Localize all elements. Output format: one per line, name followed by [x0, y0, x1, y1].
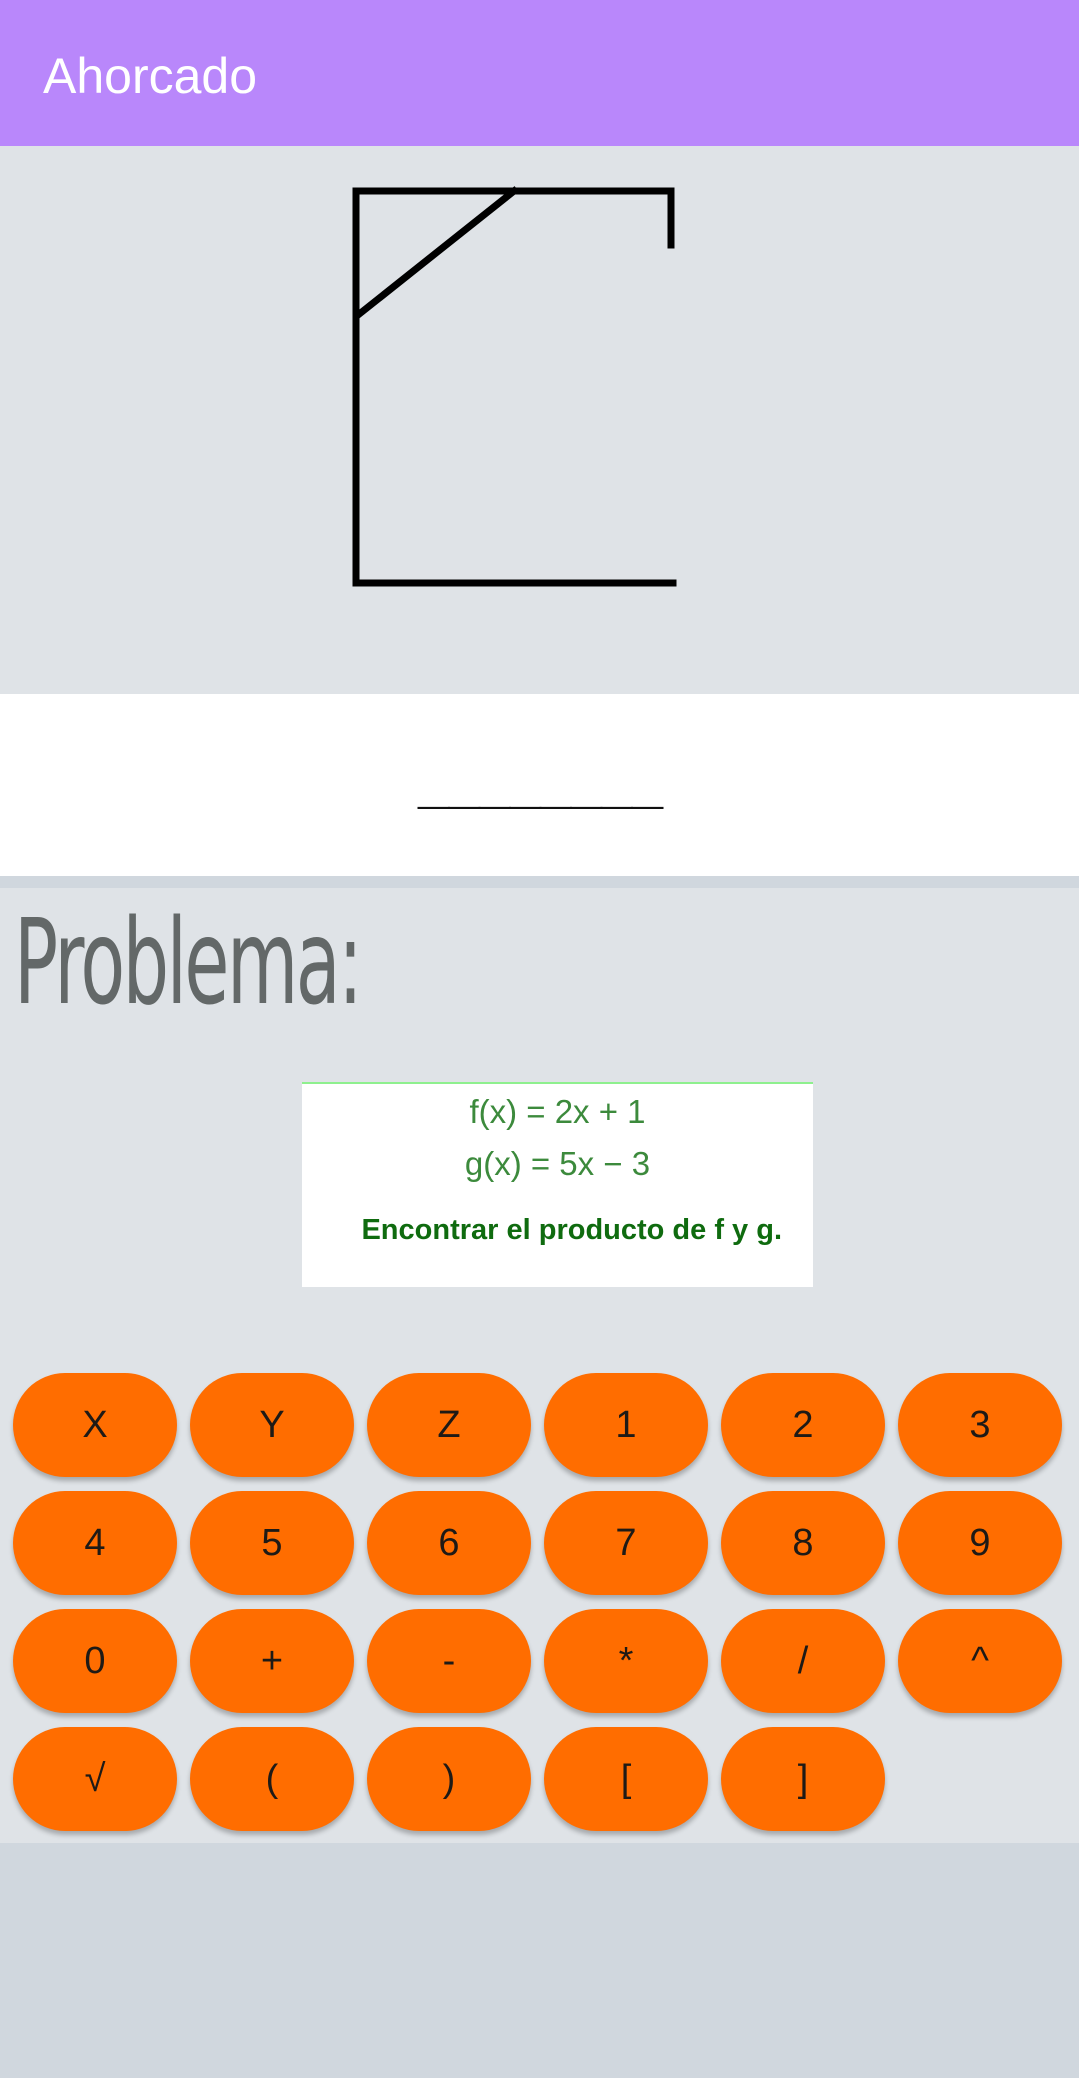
key-close-paren[interactable]: ) [367, 1727, 531, 1831]
key-1[interactable]: 1 [544, 1373, 708, 1477]
key-7[interactable]: 7 [544, 1491, 708, 1595]
problem-instruction: Encontrar el producto de f y g. [361, 1214, 782, 1246]
problem-heading: Problema: [14, 893, 363, 1031]
key-power[interactable]: ^ [898, 1609, 1062, 1713]
key-close-bracket[interactable]: ] [721, 1727, 885, 1831]
divider [0, 876, 1079, 888]
gallows-brace [353, 186, 519, 320]
key-sqrt[interactable]: √ [13, 1727, 177, 1831]
key-5[interactable]: 5 [190, 1491, 354, 1595]
key-open-bracket[interactable]: [ [544, 1727, 708, 1831]
key-open-paren[interactable]: ( [190, 1727, 354, 1831]
key-4[interactable]: 4 [13, 1491, 177, 1595]
key-minus[interactable]: - [367, 1609, 531, 1713]
key-z[interactable]: Z [367, 1373, 531, 1477]
key-6[interactable]: 6 [367, 1491, 531, 1595]
key-divide[interactable]: / [721, 1609, 885, 1713]
app-title: Ahorcado [43, 48, 258, 104]
word-display: ________ [417, 746, 663, 809]
key-9[interactable]: 9 [898, 1491, 1062, 1595]
key-x[interactable]: X [13, 1373, 177, 1477]
formula-g: g(x) = 5x − 3 [464, 1145, 651, 1182]
key-plus[interactable]: + [190, 1609, 354, 1713]
key-3[interactable]: 3 [898, 1373, 1062, 1477]
gallows-drawing [352, 186, 677, 587]
problem-image: f(x) = 2x + 1 g(x) = 5x − 3 Encontrar el… [302, 1082, 813, 1287]
bottom-empty-area [0, 1843, 1079, 2078]
key-0[interactable]: 0 [13, 1609, 177, 1713]
formula-f: f(x) = 2x + 1 [469, 1093, 646, 1130]
key-y[interactable]: Y [190, 1373, 354, 1477]
key-multiply[interactable]: * [544, 1609, 708, 1713]
key-8[interactable]: 8 [721, 1491, 885, 1595]
key-2[interactable]: 2 [721, 1373, 885, 1477]
